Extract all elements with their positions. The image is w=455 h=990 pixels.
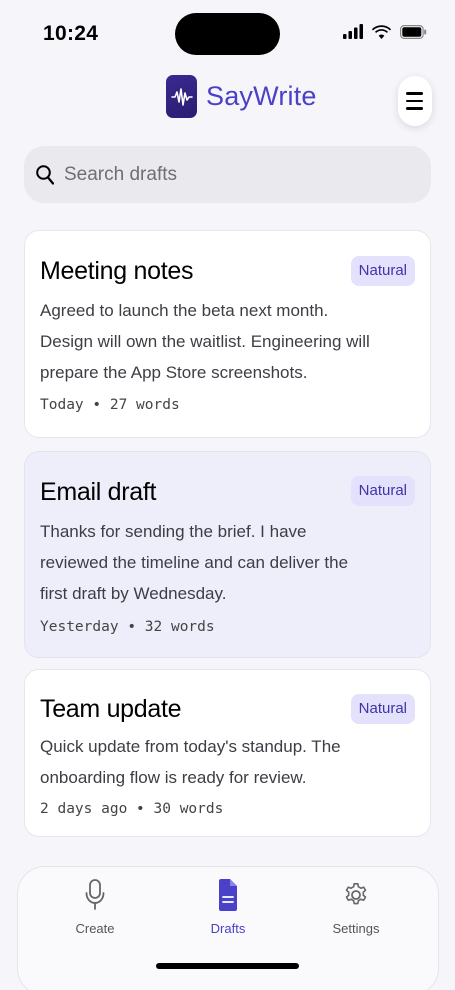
draft-meta: 2 days ago • 30 words bbox=[40, 801, 223, 817]
search-bar[interactable]: Search drafts bbox=[24, 146, 431, 203]
battery-icon bbox=[400, 24, 427, 39]
draft-title: Team update bbox=[40, 695, 182, 723]
draft-date: Yesterday bbox=[40, 619, 119, 635]
cellular-signal-icon bbox=[343, 24, 363, 39]
dynamic-island bbox=[175, 13, 280, 55]
app-logo-icon bbox=[166, 75, 197, 118]
draft-card-meeting-notes[interactable]: Meeting notes Natural Agreed to launch t… bbox=[24, 230, 431, 438]
draft-preview: Agreed to launch the beta next month. De… bbox=[40, 301, 370, 382]
meta-separator: • bbox=[127, 619, 137, 635]
tab-label: Settings bbox=[332, 921, 380, 936]
document-icon bbox=[178, 877, 278, 913]
tab-label: Drafts bbox=[210, 921, 246, 936]
draft-date: Today bbox=[40, 397, 84, 413]
draft-word-count: 32 words bbox=[144, 619, 215, 635]
draft-preview: Thanks for sending the brief. I have rev… bbox=[40, 522, 349, 603]
draft-title: Meeting notes bbox=[40, 257, 194, 285]
app-header: SayWrite bbox=[0, 72, 455, 122]
draft-card-email-draft[interactable]: Email draft Natural Thanks for sending t… bbox=[24, 451, 431, 658]
app-name: SayWrite bbox=[206, 81, 317, 111]
status-bar: 10:24 bbox=[0, 0, 455, 66]
hamburger-menu-icon bbox=[406, 92, 423, 115]
draft-card-team-update[interactable]: Team update Natural Quick update from to… bbox=[24, 669, 431, 837]
draft-word-count: 30 words bbox=[153, 801, 224, 817]
draft-meta: Yesterday • 32 words bbox=[40, 619, 215, 635]
gear-icon bbox=[306, 877, 406, 913]
draft-date: 2 days ago bbox=[40, 801, 128, 817]
draft-meta: Today • 27 words bbox=[40, 397, 180, 413]
draft-preview: Quick update from today's standup. The o… bbox=[40, 737, 341, 787]
draft-word-count: 27 words bbox=[109, 397, 180, 413]
search-input[interactable]: Search drafts bbox=[64, 164, 177, 186]
tone-badge: Natural bbox=[350, 694, 415, 724]
menu-button[interactable] bbox=[398, 76, 432, 126]
tab-bar: Create Drafts Settings bbox=[17, 866, 439, 990]
microphone-icon bbox=[45, 877, 145, 913]
tone-badge: Natural bbox=[350, 476, 415, 506]
tab-label: Create bbox=[75, 921, 115, 936]
status-icons bbox=[343, 24, 427, 39]
drafts-screen: 10:24 SayWrite Search drafts Meeting not… bbox=[0, 0, 455, 990]
brand: SayWrite bbox=[166, 75, 317, 118]
meta-separator: • bbox=[136, 801, 145, 817]
tab-create[interactable]: Create bbox=[45, 877, 145, 936]
tab-settings[interactable]: Settings bbox=[306, 877, 406, 936]
status-time: 10:24 bbox=[43, 22, 99, 45]
meta-separator: • bbox=[92, 397, 102, 413]
tab-drafts[interactable]: Drafts bbox=[178, 877, 278, 936]
tone-badge: Natural bbox=[350, 256, 415, 286]
draft-title: Email draft bbox=[40, 478, 157, 506]
search-icon bbox=[36, 164, 54, 185]
wifi-icon bbox=[372, 25, 391, 39]
home-indicator bbox=[156, 963, 299, 969]
